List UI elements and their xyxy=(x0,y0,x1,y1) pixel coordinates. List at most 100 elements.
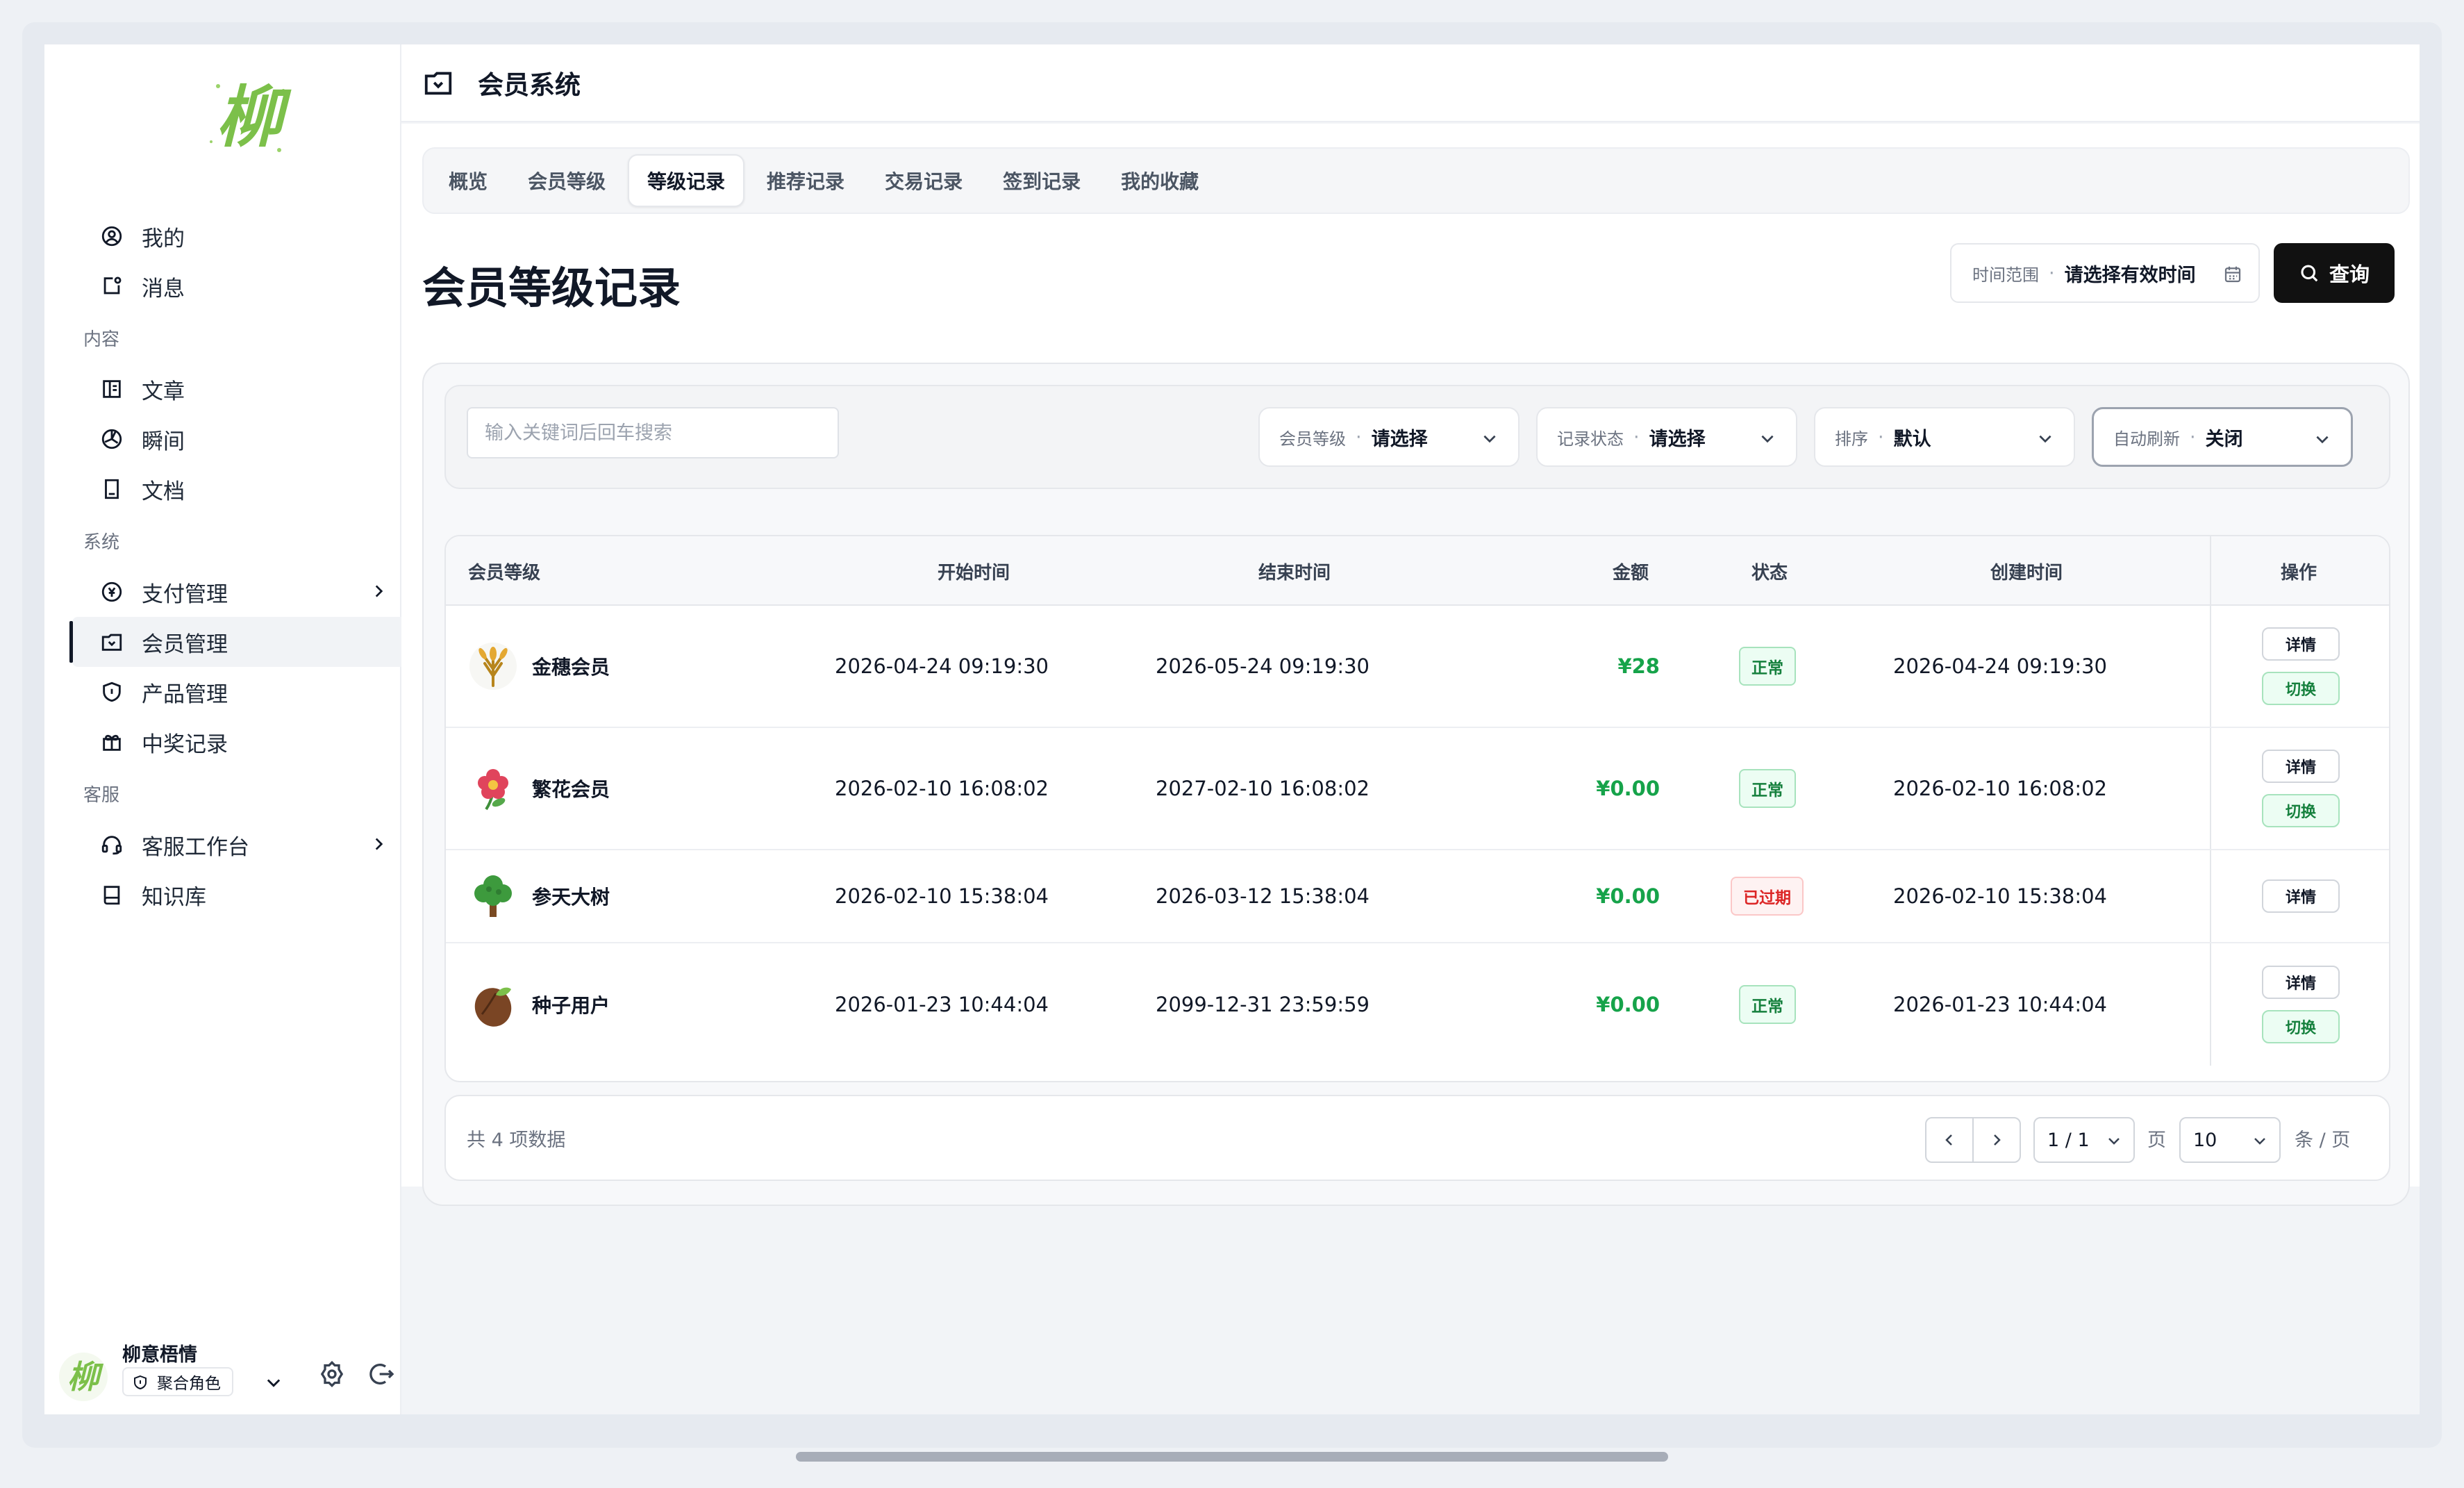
page-size-select[interactable]: 10 xyxy=(2179,1117,2281,1163)
tab-transaction-records[interactable]: 交易记录 xyxy=(867,154,981,207)
status-badge: 正常 xyxy=(1739,769,1796,808)
header-title: 会员系统 xyxy=(478,70,581,100)
sidebar: 柳 我的 消息 内容 文章 瞬间 文档 系统 支付管理 会员管理 产品管理 中奖… xyxy=(44,44,406,1414)
headset-icon xyxy=(100,833,124,857)
status-filter-select[interactable]: 记录状态 · 请选择 xyxy=(1536,407,1797,467)
search-icon xyxy=(2301,265,2318,282)
logout-icon[interactable] xyxy=(368,1360,396,1388)
avatar[interactable]: 柳 xyxy=(58,1352,108,1402)
sidebar-item-label: 产品管理 xyxy=(142,681,228,707)
chevron-down-icon[interactable] xyxy=(264,1373,283,1392)
article-icon xyxy=(100,377,124,401)
separator-dot: · xyxy=(2049,262,2055,284)
start-time-cell: 2026-02-10 15:38:04 xyxy=(835,884,1049,908)
chevron-down-icon xyxy=(2316,436,2329,444)
end-time-cell: 2026-05-24 09:19:30 xyxy=(1156,654,1370,678)
tab-overview[interactable]: 概览 xyxy=(431,154,506,207)
sidebar-item-mine[interactable]: 我的 xyxy=(72,211,406,261)
chevron-down-icon xyxy=(2254,1138,2265,1145)
sidebar-item-label: 支付管理 xyxy=(142,581,228,607)
tab-member-levels[interactable]: 会员等级 xyxy=(510,154,624,207)
sidebar-item-prizes[interactable]: 中奖记录 xyxy=(72,717,406,767)
created-time-cell: 2026-02-10 15:38:04 xyxy=(1893,884,2107,908)
search-input[interactable] xyxy=(467,407,839,458)
created-time-cell: 2026-01-23 10:44:04 xyxy=(1893,993,2107,1016)
status-badge: 正常 xyxy=(1739,985,1796,1024)
ops-cell: 详情 切换 xyxy=(2211,606,2389,727)
tab-level-records[interactable]: 等级记录 xyxy=(628,154,745,207)
total-count: 共 4 项数据 xyxy=(467,1129,566,1151)
prev-page-button[interactable] xyxy=(1926,1118,1974,1162)
end-time-cell: 2026-03-12 15:38:04 xyxy=(1156,884,1370,908)
sidebar-item-articles[interactable]: 文章 xyxy=(72,364,406,414)
records-table: 会员等级 开始时间 结束时间 金额 状态 创建时间 操作 金穗会员 2026-0… xyxy=(444,535,2390,1082)
switch-button[interactable]: 切换 xyxy=(2262,794,2340,827)
switch-button[interactable]: 切换 xyxy=(2262,672,2340,705)
tree-icon xyxy=(474,875,512,917)
chevron-right-icon xyxy=(1994,1134,2001,1146)
table-row: 金穗会员 2026-04-24 09:19:30 2026-05-24 09:1… xyxy=(446,606,2389,728)
detail-button[interactable]: 详情 xyxy=(2262,750,2340,783)
page-unit: 页 xyxy=(2147,1129,2166,1151)
sidebar-item-products[interactable]: 产品管理 xyxy=(72,667,406,717)
sidebar-item-knowledge[interactable]: 知识库 xyxy=(72,870,406,920)
sidebar-item-label: 会员管理 xyxy=(142,631,228,657)
switch-button[interactable]: 切换 xyxy=(2262,1010,2340,1043)
query-button[interactable]: 查询 xyxy=(2274,243,2395,303)
page-title: 会员等级记录 xyxy=(422,263,681,313)
auto-refresh-select[interactable]: 自动刷新 · 关闭 xyxy=(2092,407,2353,467)
start-time-cell: 2026-01-23 10:44:04 xyxy=(835,993,1049,1016)
tab-favorites[interactable]: 我的收藏 xyxy=(1103,154,1217,207)
sort-select[interactable]: 排序 · 默认 xyxy=(1814,407,2075,467)
sort-value: 默认 xyxy=(1893,428,1931,450)
chevron-left-icon xyxy=(1945,1134,1952,1146)
sidebar-item-payment[interactable]: 支付管理 xyxy=(72,567,406,617)
sort-label: 排序 xyxy=(1835,429,1868,449)
sidebar-section-title: 客服 xyxy=(83,784,120,806)
page-size-value: 10 xyxy=(2193,1129,2217,1151)
role-badge[interactable]: 聚合角色 xyxy=(122,1367,233,1396)
sidebar-item-label: 文档 xyxy=(142,479,185,504)
query-label: 查询 xyxy=(2329,263,2370,286)
detail-button[interactable]: 详情 xyxy=(2262,879,2340,913)
sidebar-item-support[interactable]: 客服工作台 xyxy=(72,820,406,870)
sidebar-item-label: 文章 xyxy=(142,379,185,404)
column-header-level[interactable]: 会员等级 xyxy=(468,536,540,606)
column-header-status[interactable]: 状态 xyxy=(1751,536,1788,606)
time-range-picker[interactable]: 时间范围 · 请选择有效时间 xyxy=(1950,243,2260,303)
chevron-down-icon xyxy=(2108,1138,2120,1145)
horizontal-scrollbar[interactable] xyxy=(796,1452,1668,1462)
calendar-icon xyxy=(2224,266,2241,283)
page-select[interactable]: 1 / 1 xyxy=(2033,1117,2135,1163)
column-header-end[interactable]: 结束时间 xyxy=(1258,536,1331,606)
gear-icon[interactable] xyxy=(318,1360,346,1388)
level-name: 种子用户 xyxy=(532,994,610,1017)
end-time-cell: 2099-12-31 23:59:59 xyxy=(1156,993,1370,1016)
ops-cell: 详情 切换 xyxy=(2211,728,2389,849)
next-page-button[interactable] xyxy=(1974,1118,2020,1162)
ops-cell: 详情 切换 xyxy=(2211,943,2389,1066)
sidebar-item-moments[interactable]: 瞬间 xyxy=(72,414,406,464)
separator-dot: · xyxy=(1356,426,1362,448)
page-nav xyxy=(1925,1117,2021,1163)
main-area: 会员系统 概览 会员等级 等级记录 推荐记录 交易记录 签到记录 我的收藏 会员… xyxy=(401,44,2420,1414)
sidebar-item-messages[interactable]: 消息 xyxy=(72,261,406,311)
detail-button[interactable]: 详情 xyxy=(2262,966,2340,999)
column-header-created[interactable]: 创建时间 xyxy=(1990,536,2063,606)
column-header-amount[interactable]: 金额 xyxy=(1613,536,1649,606)
status-cell: 已过期 xyxy=(1731,850,1804,942)
level-filter-select[interactable]: 会员等级 · 请选择 xyxy=(1258,407,1520,467)
tab-checkin-records[interactable]: 签到记录 xyxy=(985,154,1099,207)
end-time-cell: 2027-02-10 16:08:02 xyxy=(1156,777,1370,800)
sidebar-item-members[interactable]: 会员管理 xyxy=(69,617,406,667)
sidebar-item-docs[interactable]: 文档 xyxy=(72,464,406,514)
tab-bar: 概览 会员等级 等级记录 推荐记录 交易记录 签到记录 我的收藏 xyxy=(422,147,2410,214)
column-header-start[interactable]: 开始时间 xyxy=(938,536,1010,606)
status-filter-label: 记录状态 xyxy=(1557,429,1624,449)
separator-dot: · xyxy=(1633,426,1640,448)
status-cell: 正常 xyxy=(1739,728,1796,849)
detail-button[interactable]: 详情 xyxy=(2262,627,2340,661)
start-time-cell: 2026-02-10 16:08:02 xyxy=(835,777,1049,800)
book-icon xyxy=(100,883,124,907)
tab-referral-records[interactable]: 推荐记录 xyxy=(749,154,863,207)
